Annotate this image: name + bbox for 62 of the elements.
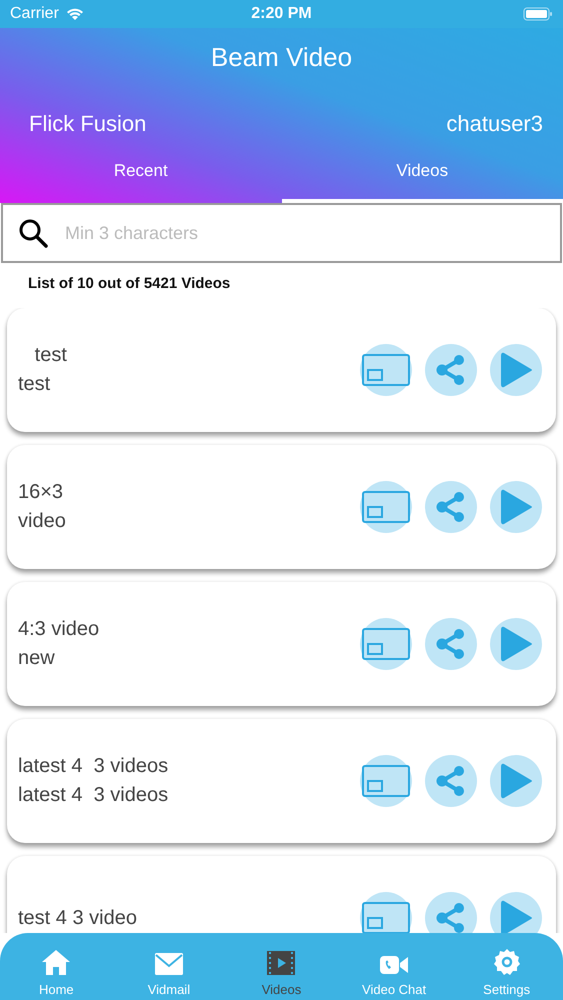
picture-in-picture-icon — [361, 627, 411, 661]
video-card[interactable]: 16×3 video — [7, 445, 556, 569]
video-title: new — [18, 647, 56, 670]
video-camera-icon — [379, 954, 410, 976]
video-title: 4:3 video — [18, 618, 100, 641]
share-button[interactable] — [425, 755, 477, 807]
video-title: latest 4 3 videos — [18, 755, 170, 778]
tab-bar-item[interactable]: Vidmail — [112, 933, 226, 1000]
picture-in-picture-icon — [361, 901, 411, 933]
picture-in-picture-button[interactable] — [360, 481, 412, 533]
video-title: test — [34, 344, 68, 367]
video-title: latest 4 3 videos — [18, 784, 170, 807]
tab-bar-item[interactable]: Video Chat — [338, 933, 450, 1000]
video-card[interactable]: test 4 3 video — [7, 856, 556, 933]
search-bar[interactable]: Min 3 characters — [1, 203, 562, 263]
settings-icon — [492, 948, 521, 976]
wifi-icon — [64, 7, 85, 21]
play-button[interactable] — [490, 892, 542, 933]
play-icon — [498, 350, 534, 390]
video-title: test — [18, 373, 52, 396]
share-button[interactable] — [425, 892, 477, 933]
battery-icon — [523, 7, 553, 21]
share-button[interactable] — [425, 344, 477, 396]
picture-in-picture-icon — [361, 764, 411, 798]
tab[interactable]: Videos — [282, 149, 563, 203]
film-icon — [266, 950, 296, 976]
play-button[interactable] — [490, 618, 542, 670]
username: chatuser3 — [446, 111, 543, 137]
picture-in-picture-button[interactable] — [360, 755, 412, 807]
tab-bar-item[interactable]: Settings — [450, 933, 563, 1000]
picture-in-picture-icon — [361, 490, 411, 524]
picture-in-picture-button[interactable] — [360, 892, 412, 933]
play-button[interactable] — [490, 344, 542, 396]
app-title: Beam Video — [210, 42, 354, 73]
play-button[interactable] — [490, 755, 542, 807]
channel-name: Flick Fusion — [29, 111, 146, 137]
video-card[interactable]: latest 4 3 videos latest 4 3 videos — [7, 719, 556, 843]
play-icon — [498, 898, 534, 933]
home-icon — [41, 948, 72, 976]
video-card[interactable]: test test — [7, 308, 556, 432]
picture-in-picture-button[interactable] — [360, 344, 412, 396]
play-icon — [498, 624, 534, 664]
envelope-icon — [154, 952, 184, 976]
tab[interactable]: Recent — [0, 149, 282, 203]
tab-bar-item[interactable]: Home — [0, 933, 113, 1000]
play-icon — [498, 761, 534, 801]
video-card[interactable]: 4:3 video new — [7, 582, 556, 706]
search-icon — [17, 217, 49, 249]
play-icon — [498, 487, 534, 527]
play-button[interactable] — [490, 481, 542, 533]
picture-in-picture-icon — [361, 353, 411, 387]
share-button[interactable] — [425, 481, 477, 533]
picture-in-picture-button[interactable] — [360, 618, 412, 670]
carrier-label: Carrier — [10, 5, 59, 23]
video-title: 16×3 — [18, 481, 64, 504]
video-title: test 4 3 video — [18, 906, 138, 930]
tab-bar-item[interactable]: Videos — [225, 933, 338, 1000]
share-button[interactable] — [425, 618, 477, 670]
search-field[interactable]: Min 3 characters — [63, 222, 546, 244]
list-summary: List of 10 out of 5421 Videos — [27, 274, 232, 294]
clock: 2:20 PM — [251, 5, 312, 23]
video-title: video — [18, 510, 67, 533]
